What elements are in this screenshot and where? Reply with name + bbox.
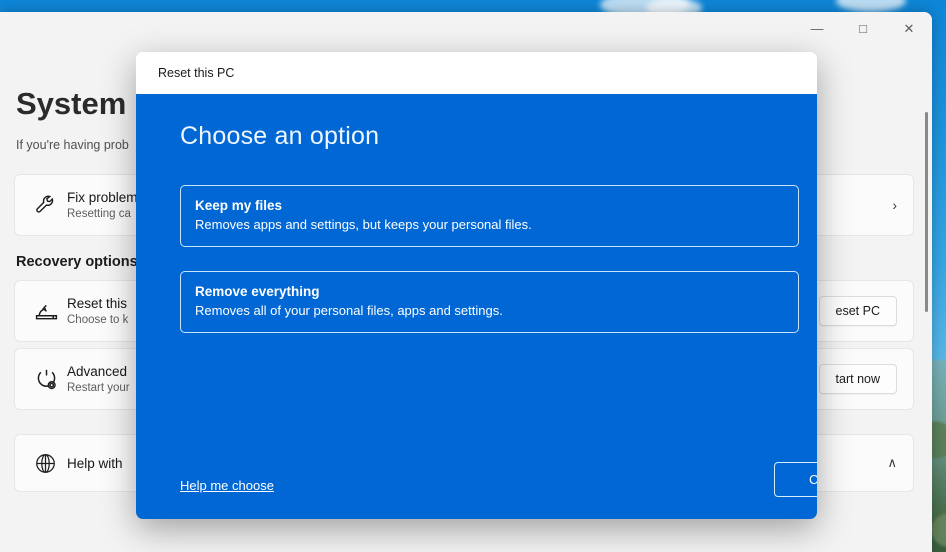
- dialog-heading: Choose an option: [180, 122, 380, 150]
- chevron-up-icon[interactable]: ∧: [877, 455, 897, 471]
- page-title-text: System: [16, 86, 127, 121]
- window-titlebar: — □ ✕: [0, 12, 932, 56]
- dialog-title: Reset this PC: [158, 66, 235, 80]
- dialog-titlebar: Reset this PC: [136, 52, 817, 94]
- restart-now-button[interactable]: tart now: [818, 364, 897, 394]
- reset-pc-button[interactable]: eset PC: [818, 296, 897, 326]
- dialog-footer: Help me choose Cancel: [180, 462, 817, 497]
- reset-this-pc-dialog: Reset this PC Choose an option Keep my f…: [136, 52, 817, 519]
- option-keep-my-files[interactable]: Keep my files Removes apps and settings,…: [180, 185, 799, 247]
- cancel-button[interactable]: Cancel: [774, 462, 817, 497]
- option-remove-everything[interactable]: Remove everything Removes all of your pe…: [180, 271, 799, 333]
- option-title: Keep my files: [195, 198, 283, 213]
- help-me-choose-link[interactable]: Help me choose: [180, 478, 274, 493]
- option-title: Remove everything: [195, 284, 320, 299]
- globe-icon: [33, 451, 67, 476]
- advanced-startup-icon: [33, 366, 67, 393]
- maximize-icon[interactable]: □: [840, 12, 886, 44]
- chevron-right-icon[interactable]: ›: [882, 197, 897, 213]
- cloud-shape: [836, 0, 906, 12]
- wrench-icon: [33, 192, 67, 218]
- option-description: Removes all of your personal files, apps…: [195, 303, 503, 318]
- minimize-icon[interactable]: —: [794, 12, 840, 44]
- close-icon[interactable]: ✕: [886, 12, 932, 44]
- vertical-scrollbar[interactable]: [925, 112, 928, 312]
- dialog-body: Choose an option Keep my files Removes a…: [136, 94, 817, 519]
- option-description: Removes apps and settings, but keeps you…: [195, 217, 532, 232]
- reset-pc-icon: [33, 298, 67, 325]
